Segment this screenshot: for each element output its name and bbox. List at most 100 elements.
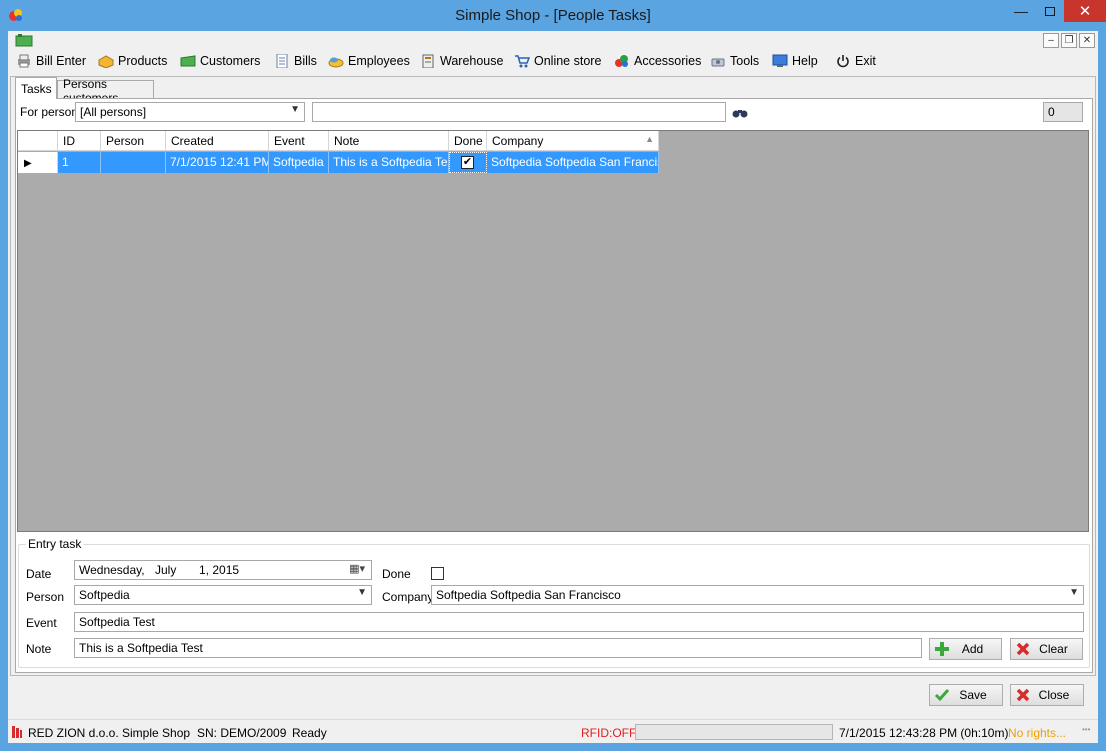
cell-created[interactable]: 7/1/2015 12:41 PM	[166, 152, 269, 173]
menu-exit[interactable]: Exit	[835, 54, 876, 68]
accessories-icon	[615, 55, 628, 67]
power-icon	[837, 55, 849, 68]
sort-ascending-icon: ▲	[645, 134, 654, 144]
column-header-event[interactable]: Event	[269, 131, 329, 151]
column-header-created[interactable]: Created	[166, 131, 269, 151]
column-header-note[interactable]: Note	[329, 131, 449, 151]
status-state: Ready	[292, 726, 327, 740]
entry-task-group: Entry task Date Wednesday, July 1, 2015 …	[18, 537, 1090, 668]
tab-tasks[interactable]: Tasks	[15, 77, 57, 99]
clear-button[interactable]: Clear	[1010, 638, 1083, 660]
minimize-icon: —	[1014, 3, 1028, 19]
printer-icon	[18, 54, 30, 68]
status-datetime: 7/1/2015 12:43:28 PM (0h:10m)	[839, 726, 1009, 740]
plus-icon	[935, 642, 949, 656]
save-button[interactable]: Save	[929, 684, 1003, 706]
menu-bill-enter[interactable]: Bill Enter	[16, 54, 86, 68]
chevron-down-icon: ▼	[290, 104, 300, 115]
client-area: – ❐ ✕ Bill Enter Products Customers Bill…	[8, 31, 1098, 743]
menu-warehouse[interactable]: Warehouse	[420, 54, 503, 68]
status-rfid: RFID:OFF	[581, 726, 637, 740]
checkmark-icon	[934, 689, 950, 702]
x-icon	[1016, 688, 1030, 702]
status-company: RED ZION d.o.o.	[28, 726, 119, 740]
note-input[interactable]: This is a Softpedia Test	[74, 638, 922, 658]
menu-tools[interactable]: Tools	[710, 54, 759, 68]
close-icon: ✕	[1082, 35, 1092, 46]
person-label: Person	[26, 590, 65, 604]
search-input[interactable]	[312, 102, 726, 122]
progress-bar	[635, 724, 833, 740]
done-checkbox[interactable]	[431, 567, 444, 580]
menu-employees[interactable]: Employees	[328, 54, 410, 68]
mdi-close-button[interactable]: ✕	[1079, 33, 1095, 48]
cell-note[interactable]: This is a Softpedia Test	[329, 152, 449, 173]
title-bar: Simple Shop - [People Tasks] — ✕	[0, 0, 1106, 31]
tools-icon	[711, 58, 725, 67]
mdi-restore-button[interactable]: ❐	[1061, 33, 1077, 48]
close-icon: ✕	[1078, 3, 1092, 20]
count-field: 0	[1043, 102, 1083, 122]
cell-person[interactable]	[101, 152, 166, 173]
chevron-down-icon: ▼	[357, 587, 367, 598]
calendar-dropdown-icon[interactable]: ▦▾	[349, 562, 365, 575]
company-logo-icon	[12, 726, 22, 738]
menu-bills[interactable]: Bills	[274, 54, 317, 68]
chevron-down-icon: ▼	[1069, 587, 1079, 598]
row-selector[interactable]: ▶	[18, 152, 58, 173]
status-serial: SN: DEMO/2009	[197, 726, 287, 740]
menu-help[interactable]: Help	[772, 54, 818, 68]
event-input[interactable]: Softpedia Test	[74, 612, 1084, 632]
help-icon	[772, 54, 788, 67]
menu-online-store[interactable]: Online store	[514, 54, 601, 68]
document-icon	[15, 34, 33, 47]
current-row-arrow-icon: ▶	[24, 158, 32, 169]
column-header-done[interactable]: Done	[449, 131, 487, 151]
date-label: Date	[26, 567, 52, 581]
done-checkbox-checked[interactable]: ✔	[461, 156, 474, 169]
menu-products[interactable]: Products	[98, 54, 167, 68]
person-filter-select[interactable]: [All persons] ▼	[75, 102, 305, 122]
bills-icon	[276, 54, 288, 68]
column-header-person[interactable]: Person	[101, 131, 166, 151]
tasks-tab-page: For person [All persons] ▼ 0 ID Person C…	[15, 98, 1093, 673]
company-label: Company	[382, 590, 434, 604]
maximize-button[interactable]	[1036, 0, 1064, 22]
restore-icon: ❐	[1064, 35, 1074, 46]
cell-company[interactable]: Softpedia Softpedia San Francisco	[487, 152, 659, 173]
resize-grip-icon[interactable]: •••	[1082, 726, 1096, 742]
employees-icon	[328, 57, 344, 68]
cell-event[interactable]: Softpedia	[269, 152, 329, 173]
cell-id[interactable]: 1	[58, 152, 101, 173]
person-select[interactable]: Softpedia ▼	[74, 585, 372, 605]
menu-bar: Bill Enter Products Customers Bills Empl…	[8, 51, 1098, 73]
menu-accessories[interactable]: Accessories	[614, 54, 701, 68]
tab-persons-customers[interactable]: Persons customers	[57, 77, 154, 105]
products-icon	[98, 55, 114, 68]
status-bar: RED ZION d.o.o. Simple Shop SN: DEMO/200…	[8, 719, 1098, 743]
cart-icon	[515, 55, 530, 68]
menu-customers[interactable]: Customers	[180, 54, 260, 68]
cell-done[interactable]: ✔	[449, 152, 487, 173]
minimize-button[interactable]: —	[1006, 0, 1036, 22]
window-title: Simple Shop - [People Tasks]	[455, 7, 651, 24]
entry-task-legend: Entry task	[26, 537, 84, 551]
company-select[interactable]: Softpedia Softpedia San Francisco ▼	[431, 585, 1084, 605]
row-header-corner	[18, 131, 58, 151]
tasks-grid: ID Person Created Event Note Done Compan…	[17, 130, 1089, 532]
close-button[interactable]: Close	[1010, 684, 1084, 706]
column-header-company[interactable]: Company ▲	[487, 131, 659, 151]
add-button[interactable]: Add	[929, 638, 1002, 660]
minimize-icon: –	[1048, 35, 1054, 46]
mdi-minimize-button[interactable]: –	[1043, 33, 1059, 48]
note-label: Note	[26, 642, 52, 656]
binoculars-icon[interactable]	[732, 105, 748, 119]
x-icon	[1016, 642, 1030, 656]
date-picker[interactable]: Wednesday, July 1, 2015 ▦▾	[74, 560, 372, 580]
status-app: Simple Shop	[122, 726, 191, 740]
close-window-button[interactable]: ✕	[1064, 0, 1106, 22]
column-header-id[interactable]: ID	[58, 131, 101, 151]
done-label: Done	[382, 567, 411, 581]
for-person-label: For person	[20, 105, 79, 119]
customers-icon	[180, 55, 196, 67]
